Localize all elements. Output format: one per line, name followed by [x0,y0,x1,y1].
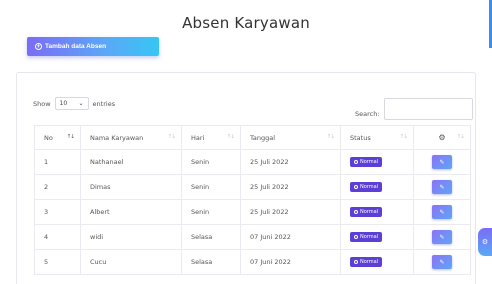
edit-icon: ✎ [439,233,445,241]
cell-action: ✎ [413,199,471,225]
status-badge: Normal [350,157,383,167]
status-dot-icon [354,235,358,239]
edit-icon: ✎ [439,158,445,166]
header-action[interactable]: ⚙ ↑↓ [413,125,471,150]
status-label: Normal [360,234,379,240]
entries-value: 10 [59,100,68,107]
table-row: 2 Dimas Senin 25 Juli 2022 Normal ✎ [34,174,471,200]
status-label: Normal [360,259,379,265]
cell-no: 1 [34,149,81,175]
cell-tanggal: 07 Juni 2022 [240,249,341,275]
sort-icon: ↑↓ [399,134,408,140]
sort-icon: ↑↓ [326,134,335,140]
attendance-table: No ↑↓ Nama Karyawan ↑↓ Hari ↑↓ Tanggal ↑↓ St… [34,125,471,275]
show-label: Show [33,99,51,108]
cell-status: Normal [340,224,414,250]
status-label: Normal [360,184,379,190]
edit-button[interactable]: ✎ [432,255,452,269]
cell-nama: Albert [80,199,182,225]
cell-nama: widi [80,224,182,250]
header-status-label: Status [350,133,371,142]
status-dot-icon [354,210,358,214]
status-badge: Normal [350,182,383,192]
edit-button[interactable]: ✎ [432,230,452,244]
cell-nama: Dimas [80,174,182,200]
table-row: 3 Albert Senin 25 Juli 2022 Normal ✎ [34,199,471,225]
header-tanggal[interactable]: Tanggal ↑↓ [240,125,341,150]
add-attendance-button[interactable]: + Tambah data Absen [27,37,159,56]
cell-action: ✎ [413,174,471,200]
header-tanggal-label: Tanggal [250,133,276,142]
cell-no: 3 [34,199,81,225]
sort-icon: ↑↓ [66,134,75,140]
edit-button[interactable]: ✎ [432,155,452,169]
edit-icon: ✎ [439,258,445,266]
edit-button[interactable]: ✎ [432,205,452,219]
sort-icon: ↑↓ [167,134,176,140]
entries-label: entries [92,99,116,108]
table-row: 5 Cucu Selasa 07 Juni 2022 Normal ✎ [34,249,471,275]
cell-status: Normal [340,199,414,225]
status-label: Normal [360,209,379,215]
cell-tanggal: 25 Juli 2022 [240,199,341,225]
cell-tanggal: 07 Juni 2022 [240,224,341,250]
table-body: 1 Nathanael Senin 25 Juli 2022 Normal ✎ … [34,149,471,275]
header-hari-label: Hari [191,133,205,142]
cell-no: 4 [34,224,81,250]
cell-hari: Selasa [181,249,241,275]
cell-tanggal: 25 Juli 2022 [240,149,341,175]
table-row: 1 Nathanael Senin 25 Juli 2022 Normal ✎ [34,149,471,175]
header-nama-label: Nama Karyawan [90,133,144,142]
header-no-label: No [44,133,53,142]
cell-no: 2 [34,174,81,200]
status-badge: Normal [350,257,383,267]
status-badge: Normal [350,232,383,242]
cell-hari: Senin [181,149,241,175]
header-no[interactable]: No ↑↓ [34,125,81,150]
table-row: 4 widi Selasa 07 Juni 2022 Normal ✎ [34,224,471,250]
edit-icon: ✎ [439,183,445,191]
page-title: Absen Karyawan [182,14,310,32]
header-status[interactable]: Status ↑↓ [340,125,414,150]
edit-button[interactable]: ✎ [432,180,452,194]
cell-nama: Nathanael [80,149,182,175]
table-header-row: No ↑↓ Nama Karyawan ↑↓ Hari ↑↓ Tanggal ↑↓ St… [34,125,471,150]
cell-no: 5 [34,249,81,275]
status-dot-icon [354,260,358,264]
cell-status: Normal [340,149,414,175]
status-dot-icon [354,160,358,164]
add-attendance-label: Tambah data Absen [45,43,107,50]
entries-select[interactable]: 10 ⌄ [54,97,89,110]
gear-icon: ⚙ [481,238,489,246]
status-label: Normal [360,159,379,165]
entries-control: Show 10 ⌄ entries [33,97,115,110]
sort-icon: ↑↓ [226,134,235,140]
cell-action: ✎ [413,224,471,250]
floating-settings-button[interactable]: ⚙ [478,228,492,256]
cell-hari: Senin [181,199,241,225]
cell-status: Normal [340,249,414,275]
cell-hari: Selasa [181,224,241,250]
header-nama[interactable]: Nama Karyawan ↑↓ [80,125,182,150]
cell-hari: Senin [181,174,241,200]
search-label: Search: [355,110,380,118]
search-control: Search: [355,98,473,120]
cell-status: Normal [340,174,414,200]
chevron-down-icon: ⌄ [78,100,84,107]
header-hari[interactable]: Hari ↑↓ [181,125,241,150]
search-input[interactable] [383,98,473,120]
cell-action: ✎ [413,249,471,275]
cell-action: ✎ [413,149,471,175]
gear-icon: ⚙ [438,133,446,142]
status-dot-icon [354,185,358,189]
cell-tanggal: 25 Juli 2022 [240,174,341,200]
cell-nama: Cucu [80,249,182,275]
status-badge: Normal [350,207,383,217]
plus-circle-icon: + [35,43,42,50]
sort-icon: ↑↓ [456,134,465,140]
edit-icon: ✎ [439,208,445,216]
